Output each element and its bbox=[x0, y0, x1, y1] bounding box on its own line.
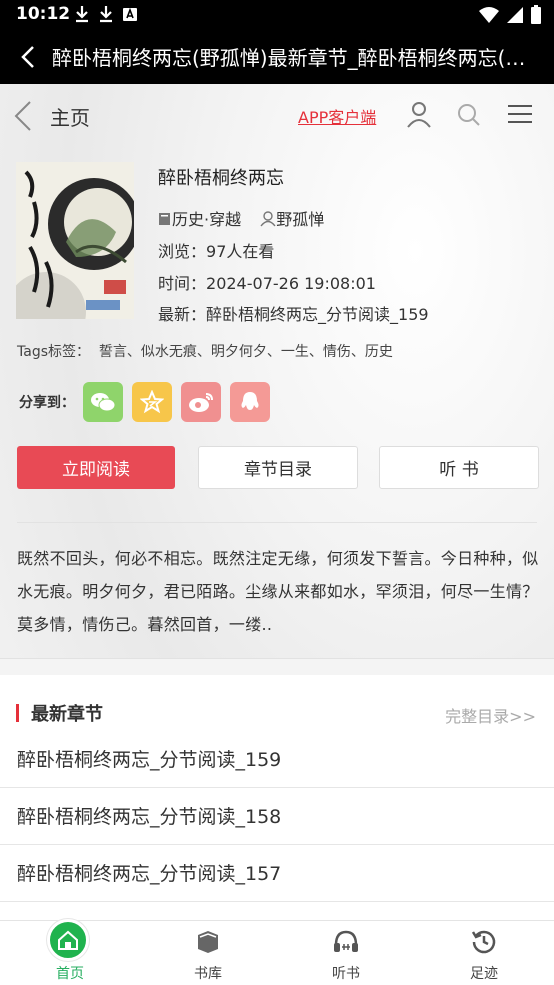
views-count: 97人在看 bbox=[206, 242, 275, 261]
share-wechat-button[interactable] bbox=[83, 382, 123, 422]
section-title: 最新章节 bbox=[31, 704, 103, 725]
book-title: 醉卧梧桐终两忘 bbox=[158, 168, 284, 189]
bookshelf-icon bbox=[198, 931, 218, 953]
tab-home[interactable]: 首页 bbox=[30, 919, 110, 985]
share-label: 分享到： bbox=[19, 395, 75, 411]
search-icon[interactable] bbox=[456, 102, 482, 128]
tags-line: Tags标签： 誓言、似水无痕、明夕何夕、一生、情伤、历史 bbox=[17, 341, 393, 361]
time-value: 2024-07-26 19:08:01 bbox=[206, 274, 376, 293]
tab-listen-label: 听书 bbox=[332, 966, 360, 982]
book-detail-page: 主页 APP客户端 醉卧梧桐终两忘 历史·穿越 野孤惮 浏览：97人在看 时间：… bbox=[0, 84, 554, 920]
latest-label: 最新： bbox=[158, 305, 207, 324]
user-icon[interactable] bbox=[405, 100, 433, 128]
action-buttons: 立即阅读 章节目录 听 书 bbox=[17, 446, 539, 490]
weibo-icon bbox=[189, 393, 213, 412]
book-cover-image[interactable] bbox=[16, 162, 134, 319]
home-bubble bbox=[47, 919, 89, 961]
book-author[interactable]: 野孤惮 bbox=[276, 210, 324, 229]
signal-icon bbox=[507, 7, 523, 23]
wechat-icon bbox=[91, 393, 116, 412]
status-time: 10:12 bbox=[16, 4, 71, 24]
chapter-row[interactable]: 醉卧梧桐终两忘_分节阅读_157 bbox=[0, 845, 554, 902]
top-nav: 主页 APP客户端 bbox=[0, 84, 554, 148]
share-favorite-button[interactable] bbox=[132, 382, 172, 422]
chapter-row[interactable]: 醉卧梧桐终两忘_分节阅读_159 bbox=[0, 731, 554, 788]
book-category[interactable]: 历史·穿越 bbox=[172, 210, 241, 229]
book-description: 既然不回头，何必不相忘。既然注定无缘，何须发下誓言。今日种种，似水无痕。明夕何夕… bbox=[17, 549, 539, 634]
page-title: 醉卧梧桐终两忘(野孤惮)最新章节_醉卧梧桐终两忘(野孤惮)全文 bbox=[52, 46, 542, 70]
tab-home-label: 首页 bbox=[56, 966, 84, 982]
tab-history-label: 足迹 bbox=[470, 966, 498, 982]
tab-library[interactable]: 书库 bbox=[168, 921, 248, 985]
chapter-list-button[interactable]: 章节目录 bbox=[198, 446, 358, 489]
book-time: 时间：2024-07-26 19:08:01 bbox=[158, 270, 376, 294]
section-accent-bar bbox=[16, 704, 19, 722]
book-icon bbox=[159, 213, 170, 225]
menu-icon[interactable] bbox=[507, 104, 533, 124]
full-catalog-link[interactable]: 完整目录>> bbox=[445, 703, 536, 727]
app-client-link[interactable]: APP客户端 bbox=[298, 104, 376, 128]
section-gap bbox=[0, 659, 554, 675]
tab-history[interactable]: 足迹 bbox=[444, 921, 524, 985]
notification-a-icon bbox=[123, 7, 137, 21]
author-icon bbox=[260, 211, 276, 227]
nav-home-link[interactable]: 主页 bbox=[50, 102, 90, 131]
listen-button[interactable]: 听 书 bbox=[379, 446, 539, 489]
share-row: 分享到： bbox=[19, 382, 279, 422]
chapter-title[interactable]: 醉卧梧桐终两忘_分节阅读_157 bbox=[17, 859, 281, 886]
read-now-button[interactable]: 立即阅读 bbox=[17, 446, 175, 489]
star-icon bbox=[140, 390, 164, 414]
qq-icon bbox=[241, 392, 259, 410]
app-title-bar: 醉卧梧桐终两忘(野孤惮)最新章节_醉卧梧桐终两忘(野孤惮)全文 bbox=[0, 30, 554, 84]
tab-listen[interactable]: 听书 bbox=[306, 921, 386, 985]
chevron-left-icon[interactable] bbox=[12, 100, 34, 132]
share-weibo-button[interactable] bbox=[181, 382, 221, 422]
headphones-icon bbox=[334, 930, 358, 952]
time-label: 时间： bbox=[158, 274, 207, 293]
wifi-icon bbox=[479, 7, 499, 23]
tab-library-label: 书库 bbox=[194, 966, 222, 982]
latest-chapter-link[interactable]: 醉卧梧桐终两忘_分节阅读_159 bbox=[206, 305, 429, 324]
book-latest: 最新：醉卧梧桐终两忘_分节阅读_159 bbox=[158, 301, 429, 325]
bottom-tab-bar: 首页 书库 听书 足迹 bbox=[0, 919, 554, 985]
divider bbox=[17, 522, 537, 523]
battery-icon bbox=[531, 5, 541, 24]
chapter-row[interactable]: 醉卧梧桐终两忘_分节阅读_158 bbox=[0, 788, 554, 845]
tags-list[interactable]: 誓言、似水无痕、明夕何夕、一生、情伤、历史 bbox=[99, 344, 393, 360]
home-icon bbox=[58, 930, 78, 950]
chapter-title[interactable]: 醉卧梧桐终两忘_分节阅读_158 bbox=[17, 802, 281, 829]
history-icon bbox=[471, 930, 496, 954]
share-qq-button[interactable] bbox=[230, 382, 270, 422]
latest-chapters-section: 最新章节 完整目录>> 醉卧梧桐终两忘_分节阅读_159 醉卧梧桐终两忘_分节阅… bbox=[0, 675, 554, 920]
back-arrow-icon[interactable] bbox=[16, 44, 42, 70]
chapter-title[interactable]: 醉卧梧桐终两忘_分节阅读_159 bbox=[17, 745, 281, 772]
book-views: 浏览：97人在看 bbox=[158, 238, 274, 262]
tags-label: Tags标签： bbox=[17, 344, 90, 360]
status-bar: 10:12 bbox=[0, 0, 554, 30]
download-icon bbox=[100, 6, 112, 23]
download-icon bbox=[76, 6, 88, 23]
views-label: 浏览： bbox=[158, 242, 207, 261]
book-meta-line: 历史·穿越 野孤惮 bbox=[158, 206, 324, 230]
